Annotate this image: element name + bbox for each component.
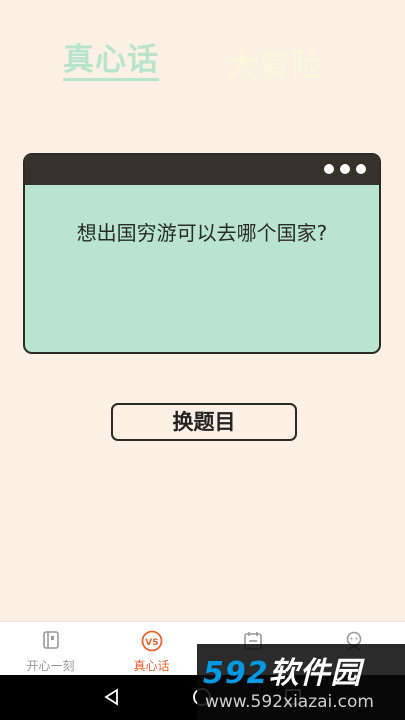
top-tabs: 真心话 大冒险: [0, 34, 405, 84]
dot: [356, 164, 366, 174]
tab-truth[interactable]: 真心话: [63, 34, 159, 79]
book-icon: [41, 630, 61, 654]
tab-dare[interactable]: 大冒险: [227, 40, 323, 85]
watermark-brand: 592软件园: [203, 648, 362, 692]
more-dots-icon: [324, 164, 366, 174]
watermark-logo: 592软件园 www.592xiazai.com: [197, 644, 405, 720]
vs-icon: VS: [141, 630, 163, 656]
dot: [340, 164, 350, 174]
watermark-text: 软件园: [268, 656, 362, 691]
nav-label: 真心话: [133, 659, 170, 673]
dot: [324, 164, 334, 174]
card-titlebar: [25, 155, 379, 185]
swap-question-button[interactable]: 换题目: [111, 403, 297, 441]
nav-item-truth[interactable]: VS 真心话: [101, 622, 202, 676]
question-text: 想出国穷游可以去哪个国家?: [76, 221, 328, 245]
nav-item-happy-moment[interactable]: 开心一刻: [0, 622, 101, 676]
nav-label: 开心一刻: [26, 659, 75, 673]
watermark-number: 592: [203, 656, 269, 691]
watermark-url: www.592xiazai.com: [205, 692, 374, 712]
back-icon[interactable]: [102, 687, 122, 711]
svg-text:VS: VS: [145, 638, 158, 648]
question-card: 想出国穷游可以去哪个国家?: [23, 153, 381, 354]
